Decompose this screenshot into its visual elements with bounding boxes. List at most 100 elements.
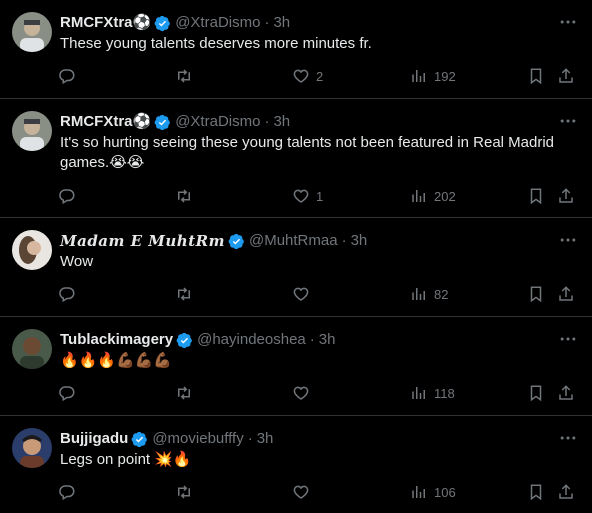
retweet-button[interactable]	[175, 482, 199, 502]
more-icon[interactable]	[558, 329, 578, 349]
tweet[interactable]: RMCFXtra ⚽ @XtraDismo · 3h It's so hurtin…	[0, 99, 592, 218]
views-count: 118	[434, 385, 455, 401]
views-icon	[412, 387, 425, 399]
tweet-text: 🔥🔥🔥💪🏾💪🏾💪🏾	[60, 352, 173, 369]
author-handle[interactable]: @XtraDismo	[175, 112, 260, 132]
views-button[interactable]: 118	[410, 383, 455, 403]
like-button[interactable]: 2	[292, 66, 323, 86]
like-button[interactable]	[292, 284, 316, 304]
like-count: 1	[316, 188, 324, 204]
author-name[interactable]: RMCFXtra	[60, 112, 133, 132]
more-icon[interactable]	[558, 111, 578, 131]
author-name[interactable]: Madam E MuhtRm	[60, 231, 225, 251]
views-icon	[412, 486, 425, 498]
separator-dot: ·	[247, 430, 253, 447]
verified-badge-icon	[228, 233, 245, 250]
separator-dot: ·	[264, 113, 270, 130]
bookmark-icon	[530, 484, 542, 501]
share-button[interactable]	[557, 284, 575, 304]
share-button[interactable]	[557, 186, 575, 206]
like-icon	[293, 485, 309, 499]
reply-button[interactable]	[58, 186, 82, 206]
views-button[interactable]: 202	[410, 186, 456, 206]
avatar[interactable]	[12, 428, 52, 468]
author-name-suffix: ⚽	[132, 113, 152, 130]
views-count: 202	[434, 188, 456, 204]
like-icon	[293, 69, 309, 83]
retweet-button[interactable]	[175, 66, 199, 86]
tweet-actions: 106	[58, 482, 580, 502]
author-name[interactable]: RMCFXtra	[60, 13, 133, 33]
verified-badge-icon	[154, 114, 171, 131]
views-button[interactable]: 106	[410, 482, 456, 502]
author-handle[interactable]: @MuhtRmaa	[249, 231, 338, 251]
author-handle[interactable]: @hayindeoshea	[197, 330, 306, 350]
reply-button[interactable]	[58, 482, 82, 502]
reply-button[interactable]	[58, 66, 82, 86]
share-button[interactable]	[557, 383, 575, 403]
more-icon[interactable]	[558, 428, 578, 448]
more-icon[interactable]	[558, 12, 578, 32]
tweet-text: These young talents deserves more minute…	[60, 35, 372, 52]
bookmark-button[interactable]	[527, 383, 545, 403]
views-icon	[412, 288, 425, 300]
like-button[interactable]: 1	[292, 186, 323, 206]
share-button[interactable]	[557, 482, 575, 502]
timestamp[interactable]: 3h	[319, 330, 336, 350]
avatar[interactable]	[12, 329, 52, 369]
share-icon	[559, 68, 573, 83]
bookmark-button[interactable]	[527, 186, 545, 206]
tweet-actions: 82	[58, 284, 580, 304]
author-handle[interactable]: @moviebufffy	[152, 429, 243, 449]
timestamp[interactable]: 3h	[273, 13, 290, 33]
author-name[interactable]: Tublackimagery	[60, 330, 173, 350]
views-button[interactable]: 82	[410, 284, 448, 304]
bookmark-button[interactable]	[527, 66, 545, 86]
more-icon[interactable]	[558, 230, 578, 250]
retweet-button[interactable]	[175, 186, 199, 206]
like-button[interactable]	[292, 383, 316, 403]
views-count: 106	[434, 484, 456, 500]
reply-button[interactable]	[58, 284, 82, 304]
avatar[interactable]	[12, 12, 52, 52]
timestamp[interactable]: 3h	[351, 231, 368, 251]
tweet-text: It's so hurting seeing these young talen…	[60, 134, 555, 171]
retweet-icon	[178, 69, 190, 83]
tweet[interactable]: Tublackimagery @hayindeoshea · 3h 🔥🔥🔥💪🏾💪…	[0, 317, 592, 416]
retweet-button[interactable]	[175, 383, 199, 403]
reply-icon	[59, 189, 75, 205]
tweet-actions: 1 202	[58, 186, 580, 206]
tweet-actions: 2 192	[58, 66, 580, 86]
like-icon	[293, 287, 309, 301]
retweet-button[interactable]	[175, 284, 199, 304]
bookmark-button[interactable]	[527, 482, 545, 502]
reply-icon	[59, 69, 75, 85]
bookmark-icon	[530, 385, 542, 402]
like-count: 2	[316, 68, 324, 84]
share-button[interactable]	[557, 66, 575, 86]
bookmark-button[interactable]	[527, 284, 545, 304]
retweet-icon	[178, 386, 190, 400]
reply-button[interactable]	[58, 383, 82, 403]
bookmark-icon	[530, 286, 542, 303]
tweet[interactable]: Madam E MuhtRm @MuhtRmaa · 3h Wow 82	[0, 218, 592, 317]
views-count: 82	[434, 286, 449, 302]
avatar[interactable]	[12, 111, 52, 151]
author-handle[interactable]: @XtraDismo	[175, 13, 260, 33]
share-icon	[559, 484, 573, 499]
bookmark-icon	[530, 188, 542, 205]
author-name[interactable]: Bujjigadu	[60, 429, 128, 449]
separator-dot: ·	[264, 14, 270, 31]
timestamp[interactable]: 3h	[257, 429, 274, 449]
views-button[interactable]: 192	[410, 66, 456, 86]
separator-dot: ·	[341, 232, 347, 249]
tweet[interactable]: Bujjigadu @moviebufffy · 3h Legs on poin…	[0, 416, 592, 513]
verified-badge-icon	[131, 431, 148, 448]
like-button[interactable]	[292, 482, 316, 502]
share-icon	[559, 385, 573, 400]
share-icon	[559, 286, 573, 301]
tweet[interactable]: RMCFXtra ⚽ @XtraDismo · 3h These young ta…	[0, 0, 592, 99]
timestamp[interactable]: 3h	[273, 112, 290, 132]
views-count: 192	[434, 68, 456, 84]
avatar[interactable]	[12, 230, 52, 270]
